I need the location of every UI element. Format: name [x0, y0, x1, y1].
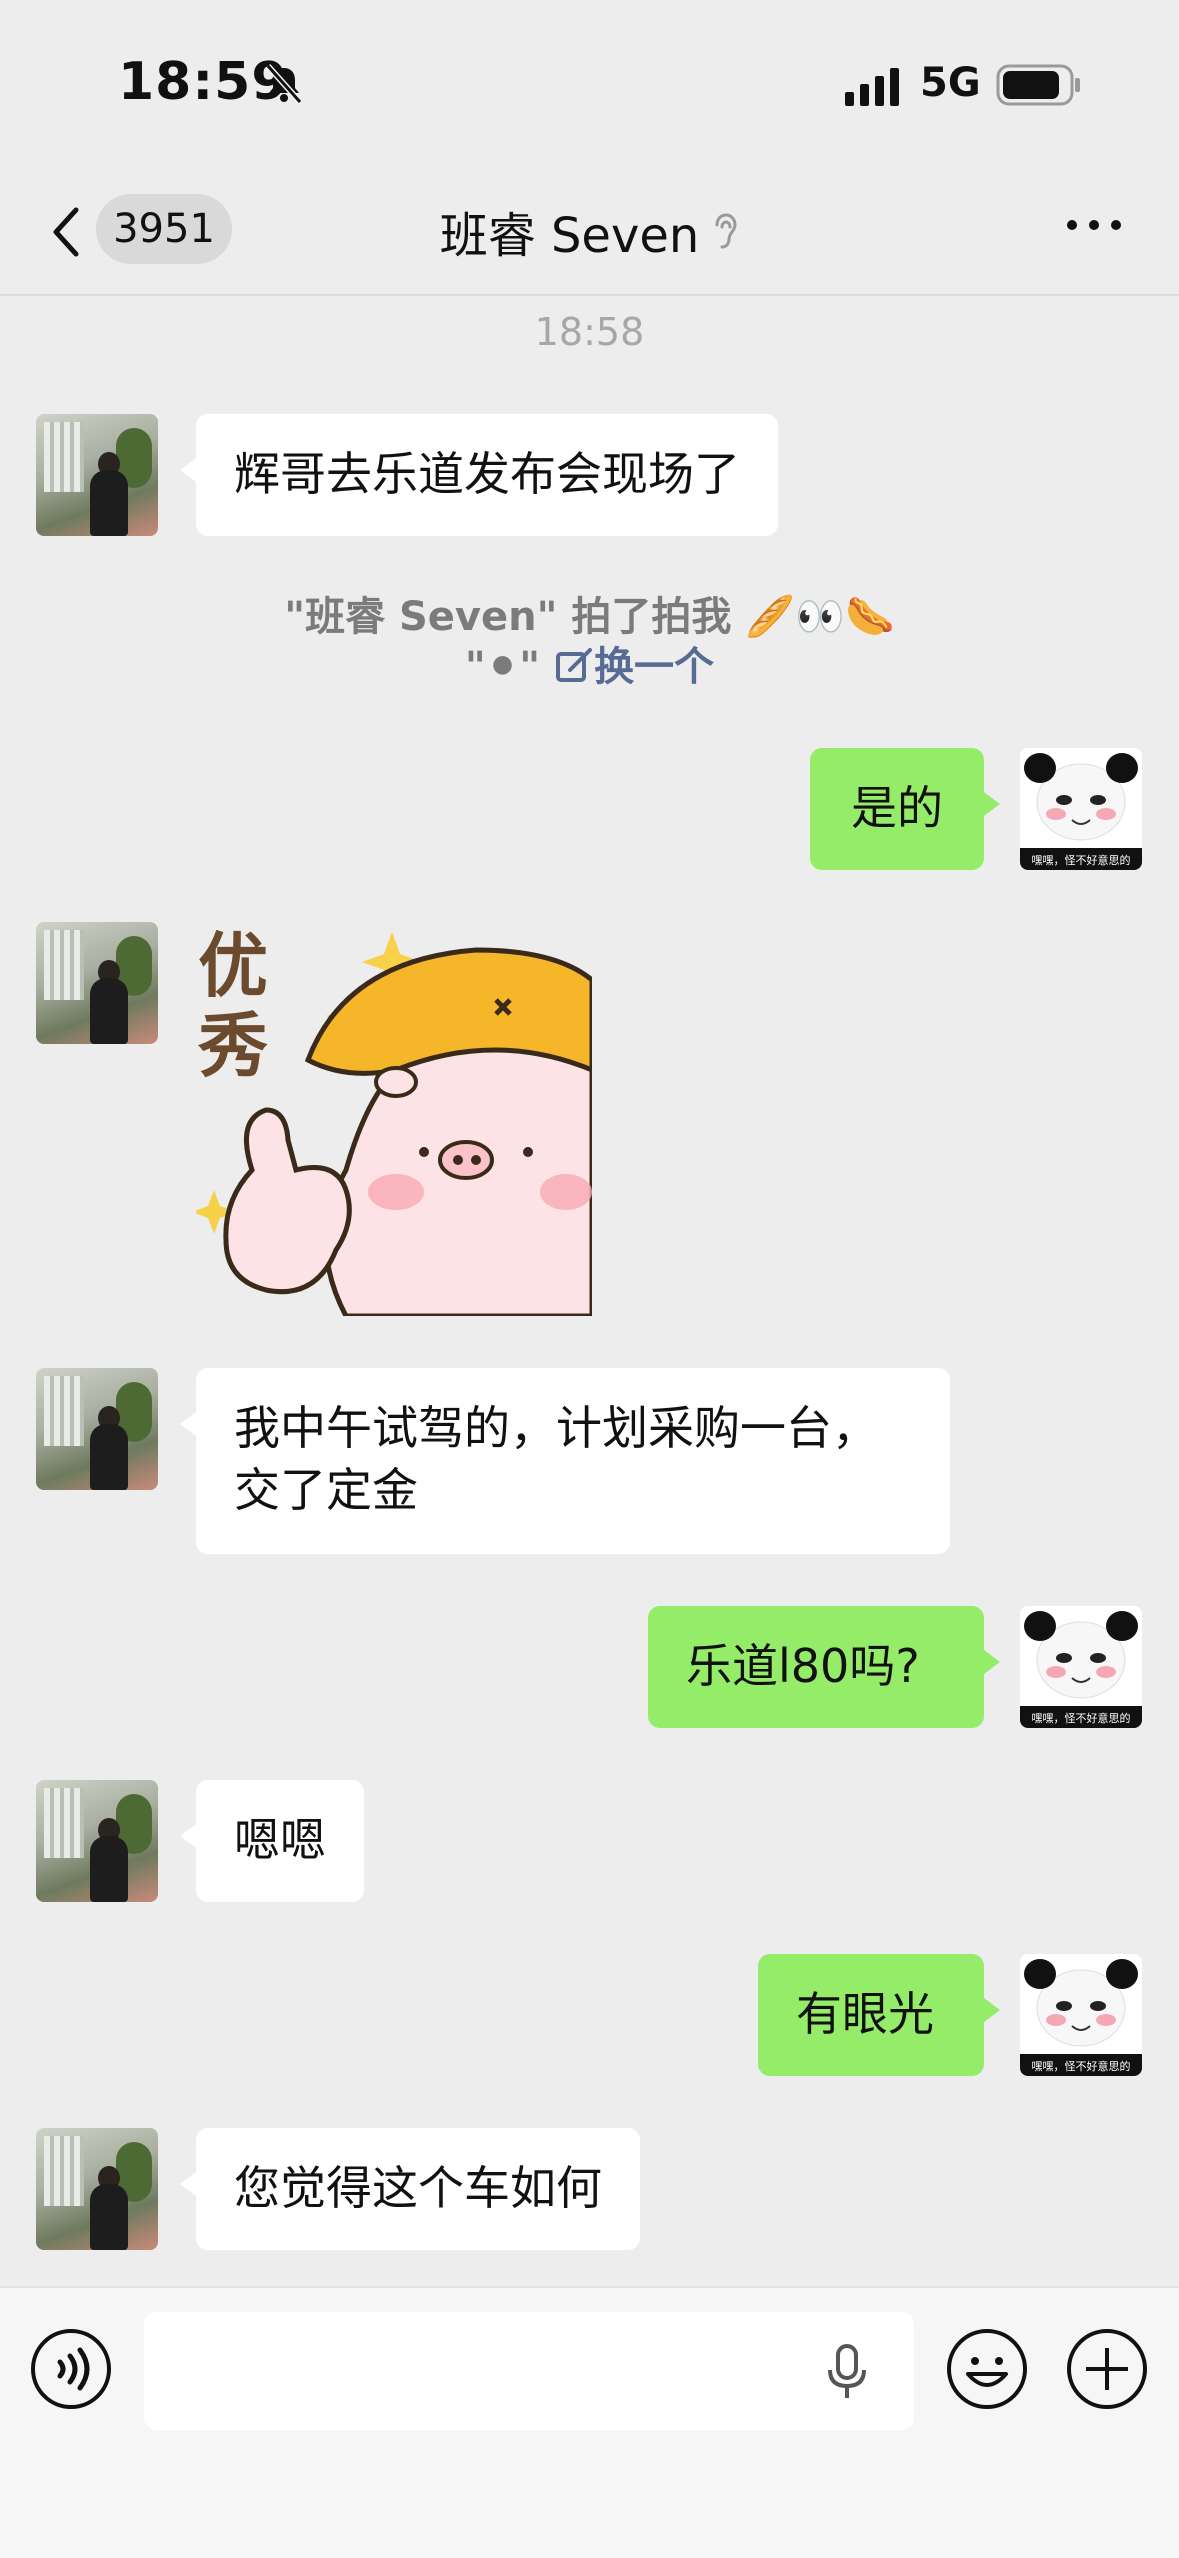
my-avatar[interactable]: 嘿嘿，怪不好意思的 — [1020, 1954, 1142, 2076]
message-bubble-incoming[interactable]: 我中午试驾的，计划采购一台， 交了定金 — [180, 1368, 950, 1554]
message-input[interactable] — [144, 2312, 914, 2430]
my-avatar-caption: 嘿嘿，怪不好意思的 — [1031, 2060, 1131, 2073]
my-avatar[interactable]: 嘿嘿，怪不好意思的 — [1020, 1606, 1142, 1728]
status-bar: 18:59 5G — [0, 0, 1179, 170]
chat-title-text: 班睿 Seven — [439, 208, 700, 264]
network-label: 5G — [920, 60, 981, 106]
chat-title[interactable]: 班睿 Seven — [0, 196, 1179, 266]
my-avatar[interactable]: 嘿嘿，怪不好意思的 — [1020, 748, 1142, 870]
my-avatar-caption: 嘿嘿，怪不好意思的 — [1031, 1712, 1131, 1725]
sticker-text-1: 优 — [198, 925, 268, 1007]
friend-avatar[interactable] — [36, 414, 158, 536]
emoji-icon[interactable] — [946, 2328, 1028, 2410]
ear-icon — [715, 213, 737, 249]
change-pat-link[interactable]: 换一个 — [554, 644, 714, 690]
change-pat-label: 换一个 — [594, 644, 715, 690]
voice-icon[interactable] — [30, 2328, 112, 2410]
pat-suffix: "⚫" — [464, 644, 541, 690]
sticker-pig-thumbs-up[interactable]: 优 秀 — [196, 920, 592, 1316]
battery-icon — [996, 64, 1080, 106]
friend-avatar[interactable] — [36, 1780, 158, 1902]
message-bubble-outgoing[interactable]: 有眼光 — [758, 1954, 1000, 2076]
message-bubble-outgoing[interactable]: 是的 — [810, 748, 1000, 870]
message-bubble-incoming[interactable]: 嗯嗯 — [180, 1780, 364, 1902]
message-bubble-incoming[interactable]: 辉哥去乐道发布会现场了 — [180, 414, 778, 536]
more-icon[interactable] — [1064, 210, 1124, 240]
chat-header: 3951 班睿 Seven — [0, 170, 1179, 296]
sticker-text-2: 秀 — [197, 1005, 268, 1087]
edit-icon — [556, 648, 593, 682]
message-bubble-outgoing[interactable]: 乐道l80吗? — [648, 1606, 1000, 1728]
mic-icon[interactable] — [822, 2342, 872, 2402]
pat-notice-line2: "⚫" 换一个 — [0, 634, 1179, 692]
input-bar — [0, 2286, 1179, 2558]
message-line: 我中午试驾的，计划采购一台， — [234, 1401, 878, 1455]
plus-icon[interactable] — [1066, 2328, 1148, 2410]
bell-slash-icon — [265, 64, 303, 104]
message-bubble-incoming[interactable]: 您觉得这个车如何 — [180, 2128, 640, 2250]
friend-avatar[interactable] — [36, 2128, 158, 2250]
my-avatar-caption: 嘿嘿，怪不好意思的 — [1031, 854, 1131, 867]
friend-avatar[interactable] — [36, 1368, 158, 1490]
friend-avatar[interactable] — [36, 922, 158, 1044]
signal-icon — [845, 68, 899, 106]
time-separator: 18:58 — [534, 310, 645, 354]
message-line: 交了定金 — [234, 1463, 418, 1517]
